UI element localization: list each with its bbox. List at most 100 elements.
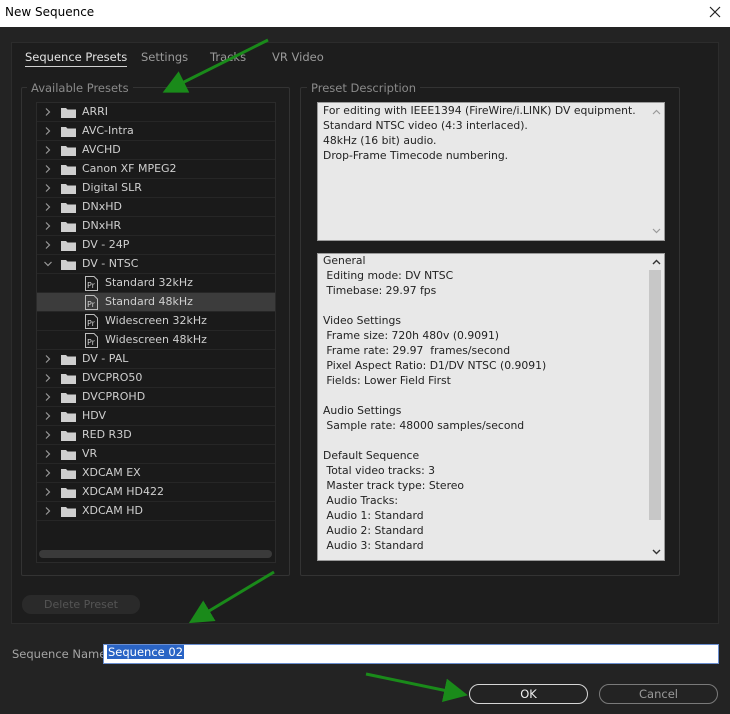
preset-folder-row[interactable]: DVCPRO50	[37, 369, 275, 388]
premiere-preset-icon: Pr	[85, 333, 98, 348]
details-scrollbar-thumb[interactable]	[649, 270, 661, 520]
chevron-right-icon[interactable]	[43, 430, 53, 440]
preset-folder-row[interactable]: ARRI	[37, 103, 275, 122]
preset-tree[interactable]: ARRI AVC-Intra AVCHD Canon XF MPEG2 Digital …	[36, 102, 276, 563]
preset-description-label: Preset Description	[307, 81, 421, 95]
preset-folder-label: RED R3D	[82, 428, 132, 441]
chevron-right-icon[interactable]	[43, 221, 53, 231]
preset-folder-label: DVCPRO50	[82, 371, 143, 384]
preset-item-row[interactable]: Pr Widescreen 32kHz	[37, 312, 275, 331]
delete-preset-button[interactable]: Delete Preset	[22, 595, 140, 614]
preset-folder-label: VR	[82, 447, 98, 460]
svg-text:Pr: Pr	[87, 338, 96, 347]
description-line: Editing mode: DV NTSC	[323, 269, 454, 282]
preset-folder-label: DNxHD	[82, 200, 122, 213]
preset-folder-row[interactable]: AVC-Intra	[37, 122, 275, 141]
preset-folder-row[interactable]: XDCAM EX	[37, 464, 275, 483]
chevron-right-icon[interactable]	[43, 354, 53, 364]
preset-folder-row[interactable]: DVCPROHD	[37, 388, 275, 407]
preset-item-row[interactable]: Pr Widescreen 48kHz	[37, 331, 275, 350]
description-line: Audio 3: Standard	[323, 539, 424, 552]
chevron-right-icon[interactable]	[43, 373, 53, 383]
ok-button[interactable]: OK	[469, 684, 588, 704]
preset-folder-row[interactable]: Digital SLR	[37, 179, 275, 198]
description-line: Master track type: Stereo	[323, 479, 465, 492]
preset-folder-label: Digital SLR	[82, 181, 142, 194]
preset-folder-row[interactable]: XDCAM HD	[37, 502, 275, 521]
description-line: Pixel Aspect Ratio: D1/DV NTSC (0.9091)	[323, 359, 547, 372]
title-bar: New Sequence	[0, 0, 730, 27]
description-line: Frame rate: 29.97 frames/second	[323, 344, 511, 357]
preset-folder-label: XDCAM HD422	[82, 485, 164, 498]
description-line: Frame size: 720h 480v (0.9091)	[323, 329, 500, 342]
preset-folder-row[interactable]: HDV	[37, 407, 275, 426]
preset-folder-row[interactable]: DV - 24P	[37, 236, 275, 255]
tab-vr-video[interactable]: VR Video	[272, 50, 324, 64]
chevron-down-icon[interactable]	[43, 259, 53, 269]
chevron-right-icon[interactable]	[43, 183, 53, 193]
preset-folder-row[interactable]: XDCAM HD422	[37, 483, 275, 502]
folder-icon	[61, 449, 76, 460]
tree-horizontal-scrollbar[interactable]	[39, 550, 272, 558]
scroll-up-icon[interactable]	[651, 257, 662, 268]
preset-folder-row[interactable]: VR	[37, 445, 275, 464]
preset-folder-label: XDCAM EX	[82, 466, 141, 479]
folder-icon	[61, 468, 76, 479]
premiere-preset-icon: Pr	[85, 276, 98, 291]
cancel-button[interactable]: Cancel	[599, 684, 718, 704]
tab-settings[interactable]: Settings	[141, 50, 188, 64]
preset-item-row[interactable]: Pr Standard 32kHz	[37, 274, 275, 293]
close-icon[interactable]	[705, 2, 725, 22]
svg-text:Pr: Pr	[87, 319, 96, 328]
folder-icon	[61, 107, 76, 118]
preset-folder-row[interactable]: DNxHR	[37, 217, 275, 236]
folder-icon	[61, 164, 76, 175]
sequence-name-input[interactable]: Sequence 02	[103, 644, 719, 664]
chevron-right-icon[interactable]	[43, 449, 53, 459]
tab-sequence-presets[interactable]: Sequence Presets	[25, 50, 128, 67]
folder-icon	[61, 506, 76, 517]
chevron-right-icon[interactable]	[43, 468, 53, 478]
chevron-right-icon[interactable]	[43, 164, 53, 174]
preset-folder-row[interactable]: DV - NTSC	[37, 255, 275, 274]
folder-icon	[61, 430, 76, 441]
sequence-name-label: Sequence Name:	[12, 647, 111, 661]
folder-icon	[61, 145, 76, 156]
description-line: Default Sequence	[323, 449, 420, 462]
preset-folder-row[interactable]: DV - PAL	[37, 350, 275, 369]
description-line: General	[323, 254, 366, 267]
folder-icon	[61, 373, 76, 384]
description-line: 48kHz (16 bit) audio.	[323, 134, 437, 147]
chevron-right-icon[interactable]	[43, 126, 53, 136]
chevron-right-icon[interactable]	[43, 392, 53, 402]
preset-folder-row[interactable]: AVCHD	[37, 141, 275, 160]
preset-folder-row[interactable]: DNxHD	[37, 198, 275, 217]
preset-folder-row[interactable]: Canon XF MPEG2	[37, 160, 275, 179]
chevron-right-icon[interactable]	[43, 145, 53, 155]
preset-summary-box: For editing with IEEE1394 (FireWire/i.LI…	[317, 102, 665, 241]
folder-icon	[61, 183, 76, 194]
preset-folder-row[interactable]: RED R3D	[37, 426, 275, 445]
chevron-right-icon[interactable]	[43, 107, 53, 117]
description-line: Audio 2: Standard	[323, 524, 424, 537]
chevron-right-icon[interactable]	[43, 240, 53, 250]
preset-folder-label: DV - 24P	[82, 238, 130, 251]
scroll-down-icon[interactable]	[651, 546, 662, 557]
available-presets-label: Available Presets	[27, 81, 133, 95]
chevron-right-icon[interactable]	[43, 487, 53, 497]
chevron-right-icon[interactable]	[43, 202, 53, 212]
tab-tracks[interactable]: Tracks	[210, 50, 246, 64]
scroll-up-icon[interactable]	[651, 107, 662, 118]
chevron-right-icon[interactable]	[43, 506, 53, 516]
preset-item-label: Standard 48kHz	[105, 295, 193, 308]
folder-icon	[61, 392, 76, 403]
preset-item-label: Widescreen 48kHz	[105, 333, 207, 346]
folder-icon	[61, 411, 76, 422]
description-line: Drop-Frame Timecode numbering.	[323, 149, 509, 162]
description-line: Audio 1: Standard	[323, 509, 424, 522]
description-line: Sample rate: 48000 samples/second	[323, 419, 525, 432]
chevron-right-icon[interactable]	[43, 411, 53, 421]
preset-item-row[interactable]: Pr Standard 48kHz	[37, 293, 275, 312]
scroll-down-icon[interactable]	[651, 225, 662, 236]
description-line: Fields: Lower Field First	[323, 374, 451, 387]
